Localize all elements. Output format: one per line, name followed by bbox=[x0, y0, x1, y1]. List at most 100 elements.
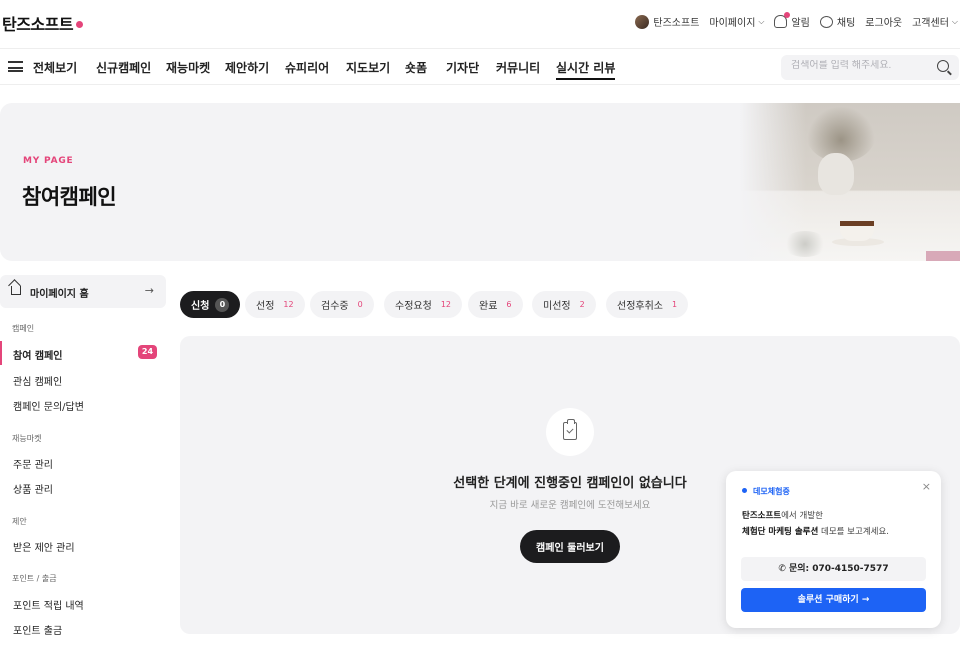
chevron-down-icon: ⌵ bbox=[758, 16, 765, 26]
phone-label: 문의: 070-4150-7577 bbox=[788, 564, 889, 574]
utility-menu: 탄즈소프트 마이페이지 ⌵ 알림 채팅 로그아웃 고객센터 ⌵ bbox=[625, 12, 958, 30]
tab-apply[interactable]: 신청 0 bbox=[180, 291, 241, 318]
mypage-label: 마이페이지 bbox=[709, 18, 756, 29]
nav-item-superior[interactable]: 슈피리어 bbox=[285, 59, 329, 76]
close-icon[interactable]: × bbox=[922, 480, 931, 493]
tab-revision-request[interactable]: 수정요청 12 bbox=[384, 291, 462, 318]
tab-reviewing[interactable]: 검수중 0 bbox=[310, 291, 374, 318]
phone-inquiry[interactable]: ✆ 문의: 070-4150-7577 bbox=[741, 557, 926, 581]
demo-line-2: 체험단 마케팅 솔루션 데모를 보고계세요. bbox=[742, 525, 889, 537]
nav-item-reporters[interactable]: 기자단 bbox=[446, 59, 479, 76]
tab-count: 12 bbox=[440, 300, 451, 309]
tab-selected[interactable]: 선정 12 bbox=[245, 291, 305, 318]
user-name: 탄즈소프트 bbox=[653, 18, 700, 29]
demo-line-1-rest: 에서 개발한 bbox=[781, 511, 823, 521]
tab-label: 신청 bbox=[191, 301, 210, 312]
chat-icon bbox=[819, 15, 833, 28]
support-label: 고객센터 bbox=[912, 18, 949, 29]
hamburger-icon[interactable] bbox=[8, 61, 23, 72]
home-icon bbox=[11, 286, 21, 295]
main-nav: 전체보기 신규캠페인 재능마켓 제안하기 슈피리어 지도보기 숏폼 기자단 커뮤… bbox=[0, 48, 960, 85]
tab-count: 0 bbox=[215, 297, 230, 312]
search-box bbox=[781, 55, 959, 80]
chat-label: 채팅 bbox=[836, 18, 856, 29]
tab-not-selected[interactable]: 미선정 2 bbox=[532, 291, 596, 318]
nav-item-community[interactable]: 커뮤니티 bbox=[496, 59, 540, 76]
pink-cloth-shape bbox=[926, 251, 960, 261]
sidebar-item-order-manage[interactable]: 주문 관리 bbox=[13, 456, 53, 471]
logo-text: 탄즈소프트 bbox=[2, 15, 74, 34]
tab-label: 수정요청 bbox=[395, 301, 432, 312]
chevron-down-icon: ⌵ bbox=[951, 16, 958, 26]
nav-all[interactable]: 전체보기 bbox=[33, 59, 77, 76]
demo-popup: 데모체험중 × 탄즈소프트에서 개발한 체험단 마케팅 솔루션 데모를 보고계세… bbox=[726, 471, 941, 628]
tab-cancelled-after-selection[interactable]: 선정후취소 1 bbox=[606, 291, 689, 318]
tab-count: 2 bbox=[579, 300, 585, 309]
sidebar-section-talent-market: 재능마켓 bbox=[12, 434, 42, 443]
tab-label: 선정 bbox=[256, 301, 275, 312]
nav-item-map[interactable]: 지도보기 bbox=[346, 59, 390, 76]
tab-label: 미선정 bbox=[543, 301, 571, 312]
empty-icon-circle bbox=[546, 408, 594, 456]
nav-item-shortform[interactable]: 숏폼 bbox=[405, 59, 427, 76]
nav-item-new-campaign[interactable]: 신규캠페인 bbox=[96, 59, 151, 76]
sidebar-item-joined-campaign[interactable]: 참여 캠페인 bbox=[13, 347, 62, 362]
logout-link[interactable]: 로그아웃 bbox=[865, 14, 902, 29]
tab-complete[interactable]: 완료 6 bbox=[468, 291, 523, 318]
support-menu[interactable]: 고객센터 ⌵ bbox=[912, 14, 958, 30]
mypage-menu[interactable]: 마이페이지 ⌵ bbox=[709, 14, 765, 30]
sidebar-home-link[interactable]: 마이페이지 홈 → bbox=[0, 275, 166, 308]
sidebar-item-received-proposals[interactable]: 받은 제안 관리 bbox=[13, 539, 75, 554]
nav-item-talent-market[interactable]: 재능마켓 bbox=[166, 59, 210, 76]
vase-shape bbox=[818, 153, 854, 195]
tab-count: 12 bbox=[283, 300, 294, 309]
phone-icon: ✆ bbox=[778, 564, 786, 574]
page-title: 참여캠페인 bbox=[22, 185, 117, 209]
sidebar-item-campaign-qna[interactable]: 캠페인 문의/답변 bbox=[13, 398, 84, 413]
top-bar: 탄즈소프트 탄즈소프트 마이페이지 ⌵ 알림 채팅 로그아웃 고객센터 ⌵ bbox=[0, 0, 960, 46]
banner-kicker: MY PAGE bbox=[23, 156, 74, 166]
sidebar-section-proposal: 제안 bbox=[12, 517, 27, 526]
sidebar-home-label: 마이페이지 홈 bbox=[30, 289, 89, 300]
buy-solution-button[interactable]: 솔루션 구매하기 → bbox=[741, 588, 926, 612]
avatar bbox=[635, 14, 650, 29]
arrow-right-icon: → bbox=[144, 284, 154, 297]
logout-label: 로그아웃 bbox=[865, 18, 903, 29]
logo-dot bbox=[76, 21, 84, 28]
tab-count: 6 bbox=[506, 300, 512, 309]
page-banner: MY PAGE 참여캠페인 bbox=[0, 103, 960, 261]
demo-line-2-rest: 데모를 보고계세요. bbox=[818, 527, 889, 537]
logo[interactable]: 탄즈소프트 bbox=[2, 11, 84, 35]
alarm-label: 알림 bbox=[791, 18, 810, 29]
demo-line-2-bold: 체험단 마케팅 솔루션 bbox=[742, 527, 819, 537]
sidebar-item-point-withdraw[interactable]: 포인트 출금 bbox=[13, 622, 62, 637]
demo-tag: 데모체험중 bbox=[742, 486, 790, 497]
tab-count: 0 bbox=[357, 300, 363, 309]
banner-image bbox=[740, 103, 960, 261]
sidebar-item-product-manage[interactable]: 상품 관리 bbox=[13, 481, 53, 496]
clipboard-check-icon bbox=[563, 419, 577, 440]
nav-item-live-review[interactable]: 실시간 리뷰 bbox=[556, 59, 616, 80]
tab-label: 완료 bbox=[479, 301, 498, 312]
sidebar-section-campaign: 캠페인 bbox=[12, 324, 35, 333]
demo-line-1-bold: 탄즈소프트 bbox=[742, 511, 782, 521]
nav-item-propose[interactable]: 제안하기 bbox=[225, 59, 269, 76]
search-icon[interactable] bbox=[937, 60, 949, 72]
bell-icon bbox=[774, 12, 791, 28]
tab-label: 선정후취소 bbox=[617, 301, 663, 312]
cup-shape bbox=[840, 221, 874, 241]
sidebar-item-point-history[interactable]: 포인트 적립 내역 bbox=[13, 597, 84, 612]
count-badge: 24 bbox=[138, 345, 157, 359]
active-indicator bbox=[0, 341, 2, 365]
tab-label: 검수중 bbox=[321, 301, 349, 312]
demo-line-1: 탄즈소프트에서 개발한 bbox=[742, 509, 823, 521]
sidebar-section-point: 포인트 / 출금 bbox=[12, 574, 57, 583]
alarm-button[interactable]: 알림 bbox=[774, 12, 810, 29]
browse-campaigns-button[interactable]: 캠페인 둘러보기 bbox=[520, 530, 620, 563]
chat-button[interactable]: 채팅 bbox=[819, 14, 856, 29]
sidebar-item-favorite-campaign[interactable]: 관심 캠페인 bbox=[13, 373, 62, 388]
flowers-shape bbox=[782, 231, 828, 257]
user-menu[interactable]: 탄즈소프트 bbox=[635, 14, 699, 29]
search-input[interactable] bbox=[791, 60, 931, 71]
tab-count: 1 bbox=[672, 300, 678, 309]
